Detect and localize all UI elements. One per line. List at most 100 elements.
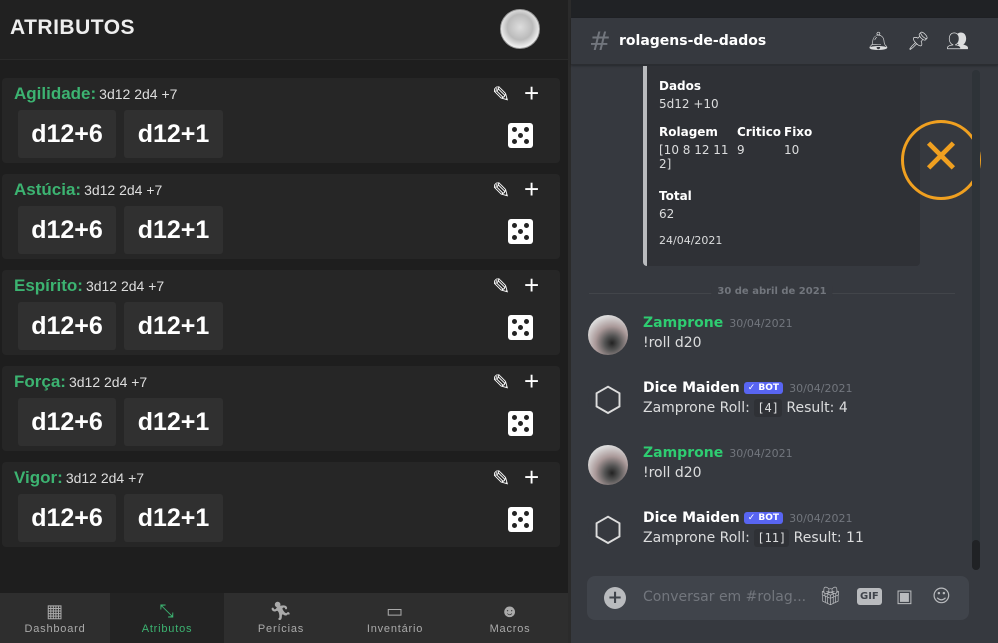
gif-button[interactable]: GIF [857, 588, 882, 605]
roll-embed: ✕ Dados 5d12 +10 Rolagem [10 8 12 11 2] Cr… [643, 66, 981, 266]
attribute-name: Força: 3d12 2d4 +7 [14, 372, 148, 391]
edit-icon[interactable]: ✎ [492, 274, 510, 300]
message-text: Zamprone Roll: [11] Result: 11 [643, 529, 864, 547]
message-text: !roll d20 [643, 465, 702, 481]
attribute-name: Vigor: 3d12 2d4 +7 [14, 468, 145, 487]
edit-icon[interactable]: ✎ [492, 466, 510, 492]
roll-button[interactable]: d12+6 [18, 494, 116, 542]
nav-tab-inventário[interactable]: ▭ Inventário [338, 593, 452, 643]
roll-button[interactable]: d12+1 [124, 398, 223, 446]
scrollbar[interactable] [972, 70, 980, 570]
message-placeholder: Conversar em #rolag... [643, 589, 807, 605]
tools-icon: ✕ [901, 120, 981, 200]
attribute-dice: 3d12 2d4 +7 [68, 374, 148, 390]
dice-icon[interactable] [508, 507, 533, 532]
nav-tab-macros[interactable]: ☻ Macros [452, 593, 568, 643]
roll-button[interactable]: d12+1 [124, 110, 223, 158]
attribute-dice: 3d12 2d4 +7 [85, 278, 165, 294]
attribute-card: Espírito: 3d12 2d4 +7 ✎ + d12+6 d12+1 [2, 270, 560, 355]
edit-icon[interactable]: ✎ [492, 370, 510, 396]
running-icon: 🏃︎ [269, 601, 293, 621]
nav-tab-atributos[interactable]: ⤡ Atributos [110, 593, 224, 643]
bot-badge: ✓ BOT [743, 512, 784, 524]
message-input[interactable]: + Conversar em #rolag... 🎁︎ GIF ▣ ☺ [587, 576, 969, 620]
timestamp: 30/04/2021 [789, 382, 853, 395]
embed-field-critico: Critico 9 [737, 125, 782, 157]
edit-icon[interactable]: ✎ [492, 178, 510, 204]
embed-field-total: Total 62 [659, 189, 692, 221]
nav-tab-dashboard[interactable]: ▦ Dashboard [0, 593, 110, 643]
roll-button[interactable]: d12+6 [18, 302, 116, 350]
attribute-name: Astúcia: 3d12 2d4 +7 [14, 180, 163, 199]
embed-date: 24/04/2021 [659, 234, 723, 247]
add-icon[interactable]: + [524, 462, 539, 493]
chat-message: Zamprone 30/04/2021 !roll d20 [588, 445, 978, 489]
dice-icon[interactable] [508, 219, 533, 244]
title-bar [571, 0, 998, 18]
add-icon[interactable]: + [524, 78, 539, 109]
bottom-nav: ▦ Dashboard ⤡ Atributos 🏃︎ Perícias ▭ Inventári… [0, 593, 568, 643]
timestamp: 30/04/2021 [789, 512, 853, 525]
roll-button[interactable]: d12+1 [124, 302, 223, 350]
attribute-card: Agilidade: 3d12 2d4 +7 ✎ + d12+6 d12+1 [2, 78, 560, 163]
add-icon[interactable]: + [524, 270, 539, 301]
dice-icon[interactable] [508, 123, 533, 148]
bot-badge: ✓ BOT [743, 382, 784, 394]
robot-icon: ☻ [500, 601, 520, 621]
gift-icon[interactable]: 🎁︎ [819, 586, 842, 607]
sticker-icon[interactable]: ▣ [896, 586, 913, 607]
roll-button[interactable]: d12+1 [124, 206, 223, 254]
attribute-dice: 3d12 2d4 +7 [84, 182, 163, 198]
edit-icon[interactable]: ✎ [492, 82, 510, 108]
attribute-name: Espírito: 3d12 2d4 +7 [14, 276, 165, 295]
embed-field-rolagem: Rolagem [10 8 12 11 2] [659, 125, 729, 171]
roll-code: [4] [754, 399, 782, 417]
roll-button[interactable]: d12+6 [18, 206, 116, 254]
author-name[interactable]: Dice Maiden [643, 380, 740, 396]
dumbbell-icon: ⤡ [159, 601, 175, 621]
embed-field-fixo: Fixo 10 [784, 125, 813, 157]
author-name[interactable]: Dice Maiden [643, 510, 740, 526]
discord-panel: # rolagens-de-dados 🔔︎ 📌︎ 👥︎ ✕ Dados 5d12… [571, 0, 998, 643]
roll-code: [11] [754, 529, 790, 547]
dice-icon[interactable] [508, 411, 533, 436]
add-icon[interactable]: + [524, 366, 539, 397]
add-icon[interactable]: + [524, 174, 539, 205]
embed-field-dados: Dados 5d12 +10 [659, 79, 719, 111]
page-title: ATRIBUTOS [10, 16, 136, 39]
attribute-dice: 3d12 2d4 +7 [65, 470, 145, 486]
channel-name: rolagens-de-dados [619, 33, 767, 49]
user-avatar[interactable] [588, 315, 628, 355]
timestamp: 30/04/2021 [729, 317, 793, 330]
bell-icon[interactable]: 🔔︎ [867, 31, 890, 52]
avatar[interactable] [500, 9, 540, 49]
pin-icon[interactable]: 📌︎ [907, 31, 930, 52]
nav-label: Inventário [366, 623, 424, 635]
d20-avatar[interactable]: ⬡ [588, 380, 628, 420]
members-icon[interactable]: 👥︎ [946, 31, 969, 52]
attribute-name: Agilidade: 3d12 2d4 +7 [14, 84, 178, 103]
date-separator-label: 30 de abril de 2021 [711, 286, 833, 297]
header: ATRIBUTOS [0, 0, 568, 60]
dashboard-icon: ▦ [46, 601, 64, 621]
author-name[interactable]: Zamprone [643, 315, 723, 331]
emoji-icon[interactable]: ☺ [932, 586, 951, 607]
roll-button[interactable]: d12+6 [18, 110, 116, 158]
nav-label: Atributos [141, 623, 193, 635]
roll-button[interactable]: d12+6 [18, 398, 116, 446]
chat-message: Zamprone 30/04/2021 !roll d20 [588, 315, 978, 359]
dice-icon[interactable] [508, 315, 533, 340]
date-separator: 30 de abril de 2021 [589, 286, 955, 297]
message-text: Zamprone Roll: [4] Result: 4 [643, 399, 848, 417]
user-avatar[interactable] [588, 445, 628, 485]
attribute-card: Astúcia: 3d12 2d4 +7 ✎ + d12+6 d12+1 [2, 174, 560, 259]
author-name[interactable]: Zamprone [643, 445, 723, 461]
nav-label: Macros [489, 623, 531, 635]
nav-label: Dashboard [24, 623, 86, 635]
attributes-panel: ATRIBUTOS Agilidade: 3d12 2d4 +7 ✎ + d12+… [0, 0, 568, 643]
attribute-card: Vigor: 3d12 2d4 +7 ✎ + d12+6 d12+1 [2, 462, 560, 547]
nav-tab-perícias[interactable]: 🏃︎ Perícias [224, 593, 338, 643]
add-attachment-icon[interactable]: + [604, 587, 626, 609]
roll-button[interactable]: d12+1 [124, 494, 223, 542]
d20-avatar[interactable]: ⬡ [588, 510, 628, 550]
